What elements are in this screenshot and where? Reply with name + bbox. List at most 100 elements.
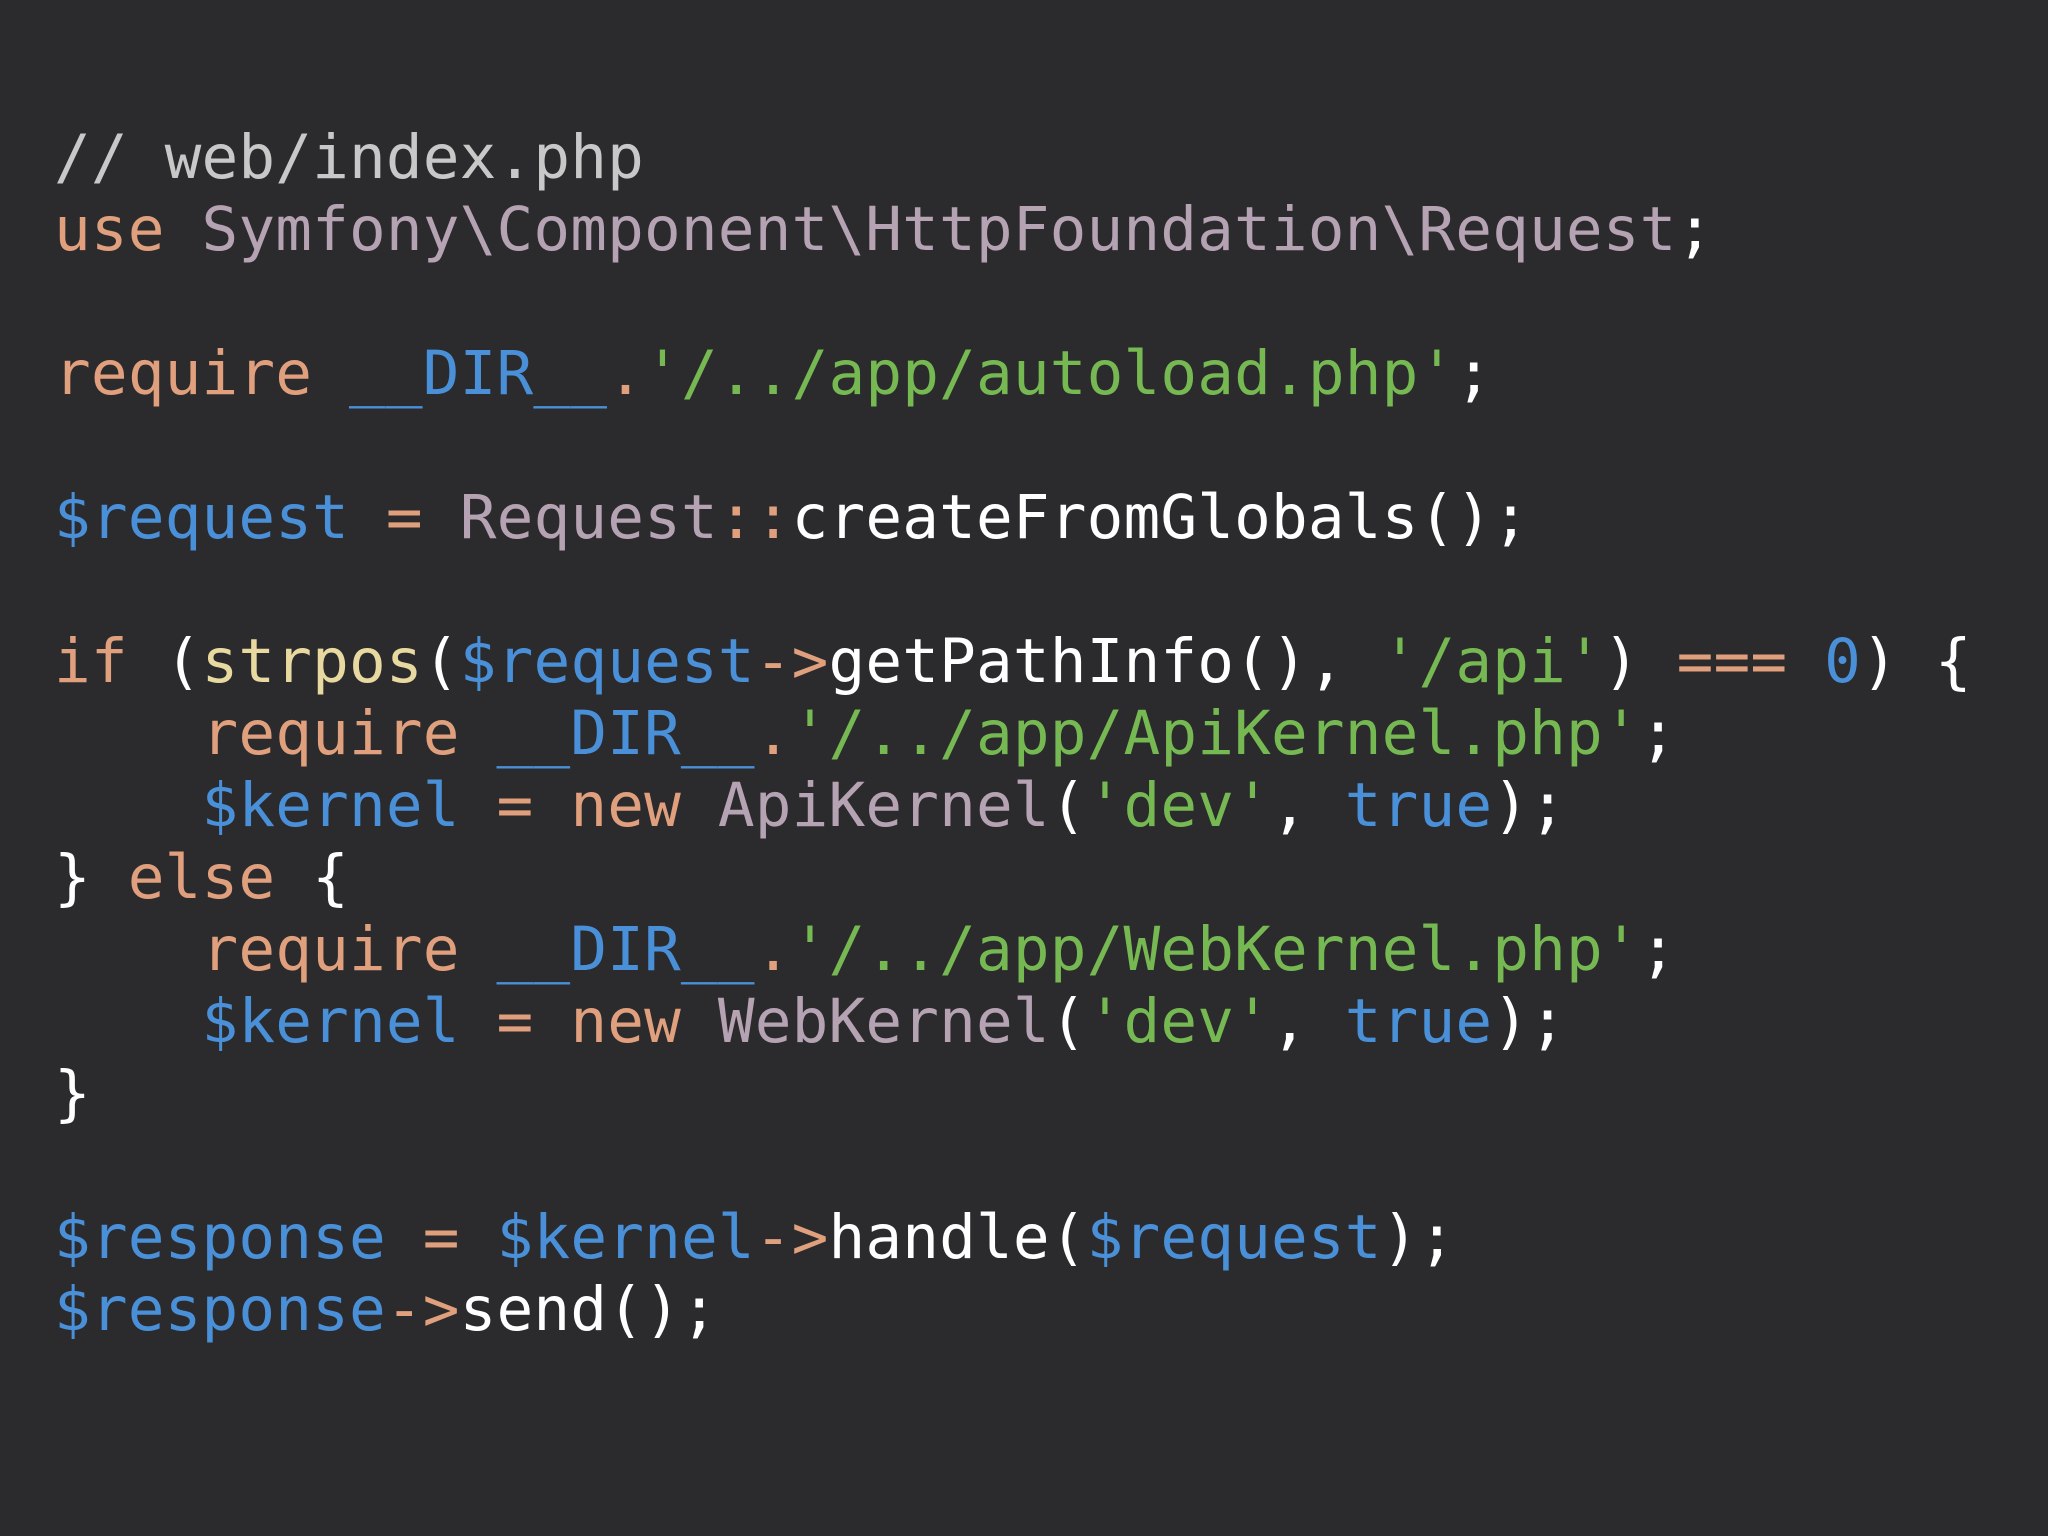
code-token: __DIR__ [496, 698, 755, 769]
code-token: ; [1455, 338, 1493, 409]
code-token: . [754, 698, 792, 769]
code-token: new [570, 770, 681, 841]
code-token: ; [1639, 698, 1677, 769]
code-token: $request [459, 626, 755, 697]
code-token: ApiKernel [717, 770, 1050, 841]
code-token: $response [54, 1202, 386, 1273]
code-token: ; [1676, 194, 1714, 265]
code-token: ( [422, 626, 460, 697]
code-token: -> [754, 1202, 829, 1273]
code-line: } [54, 1058, 1972, 1130]
code-line: require __DIR__.'/../app/WebKernel.php'; [54, 914, 1972, 986]
code-token: = [496, 770, 534, 841]
code-token: $request [1086, 1202, 1382, 1273]
code-token: '/api' [1381, 626, 1603, 697]
code-token: Request [459, 482, 718, 553]
code-token: require [201, 914, 460, 985]
code-line: if (strpos($request->getPathInfo(), '/ap… [54, 626, 1972, 698]
code-line: $kernel = new WebKernel('dev', true); [54, 986, 1972, 1058]
code-token: $kernel [201, 986, 460, 1057]
code-token: = [385, 482, 423, 553]
code-token: ; [1639, 914, 1677, 985]
code-line: require __DIR__.'/../app/ApiKernel.php'; [54, 698, 1972, 770]
code-token: // web/index.php [54, 122, 645, 193]
code-token: ); [1381, 1202, 1456, 1273]
code-token: use [54, 194, 165, 265]
code-token: WebKernel [717, 986, 1050, 1057]
code-token: ( [127, 626, 202, 697]
code-token: ) { [1861, 626, 1972, 697]
code-token: createFromGlobals(); [791, 482, 1530, 553]
code-token: . [607, 338, 645, 409]
code-token: = [422, 1202, 460, 1273]
code-editor: // web/index.php use Symfony\Component\Ht… [0, 0, 2048, 1536]
code-token: getPathInfo(), [828, 626, 1382, 697]
code-token: if [54, 626, 128, 697]
code-token: true [1344, 986, 1493, 1057]
code-token: new [570, 986, 681, 1057]
code-token: ); [1492, 770, 1567, 841]
code-line: // web/index.php [54, 122, 1972, 194]
code-block: // web/index.php use Symfony\Component\Ht… [54, 122, 1972, 1346]
code-token: require [54, 338, 313, 409]
code-line: require __DIR__.'/../app/autoload.php'; [54, 338, 1972, 410]
code-token: = [496, 986, 534, 1057]
code-token: -> [754, 626, 829, 697]
code-token: handle( [828, 1202, 1087, 1273]
code-token: 0 [1824, 626, 1862, 697]
code-token: , [1271, 986, 1345, 1057]
code-token: __DIR__ [349, 338, 608, 409]
code-token: $response [54, 1274, 386, 1345]
code-token: '/../app/WebKernel.php' [791, 914, 1640, 985]
code-line: $request = Request::createFromGlobals(); [54, 482, 1972, 554]
code-token: ( [1049, 770, 1087, 841]
code-token: '/../app/ApiKernel.php' [791, 698, 1640, 769]
code-token: $kernel [496, 1202, 755, 1273]
code-token: -> [385, 1274, 460, 1345]
code-token: } [54, 1058, 91, 1129]
code-token: $request [54, 482, 350, 553]
code-token: true [1344, 770, 1493, 841]
code-line: $response->send(); [54, 1274, 1972, 1346]
code-token: $kernel [201, 770, 460, 841]
code-token: } [54, 842, 128, 913]
code-token: 'dev' [1086, 986, 1272, 1057]
code-token: { [275, 842, 350, 913]
code-token: __DIR__ [496, 914, 755, 985]
code-token: === [1676, 626, 1788, 697]
code-token: , [1271, 770, 1345, 841]
code-line: $response = $kernel->handle($request); [54, 1202, 1972, 1274]
code-token: '/../app/autoload.php' [644, 338, 1456, 409]
code-token: :: [717, 482, 792, 553]
code-token: else [127, 842, 276, 913]
code-token: ( [1049, 986, 1087, 1057]
code-token: 'dev' [1086, 770, 1272, 841]
code-token: Symfony\Component\HttpFoundation\Request [201, 194, 1677, 265]
code-line: use Symfony\Component\HttpFoundation\Req… [54, 194, 1972, 266]
code-token: require [201, 698, 460, 769]
code-token: . [754, 914, 792, 985]
